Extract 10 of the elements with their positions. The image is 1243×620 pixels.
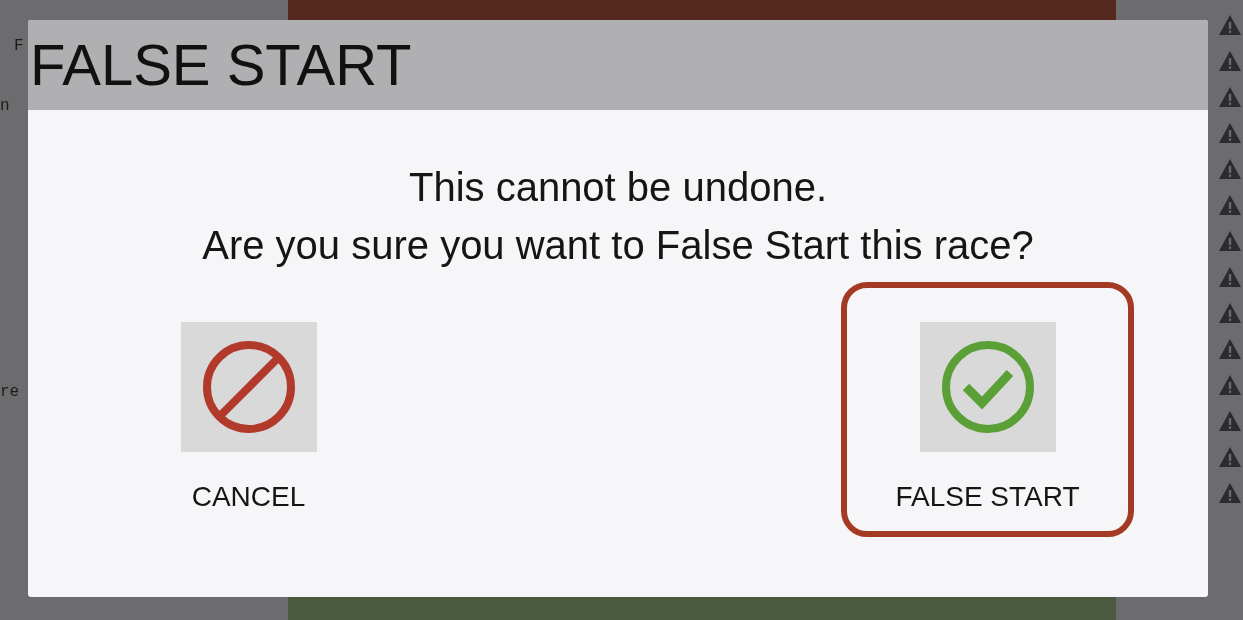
dialog-title: FALSE START bbox=[30, 36, 412, 94]
checkmark-icon bbox=[939, 339, 1036, 435]
message-text: Are you sure you want to False Start this race? bbox=[202, 222, 1034, 269]
background-text: n bbox=[0, 96, 10, 117]
message-text: This cannot be undone. bbox=[408, 164, 828, 211]
cancel-button[interactable]: CANCEL bbox=[102, 282, 395, 537]
background-text: re bbox=[0, 382, 20, 403]
background-text: F bbox=[14, 36, 24, 57]
confirm-button[interactable]: FALSE START bbox=[841, 282, 1134, 537]
prohibited-icon bbox=[200, 339, 297, 435]
